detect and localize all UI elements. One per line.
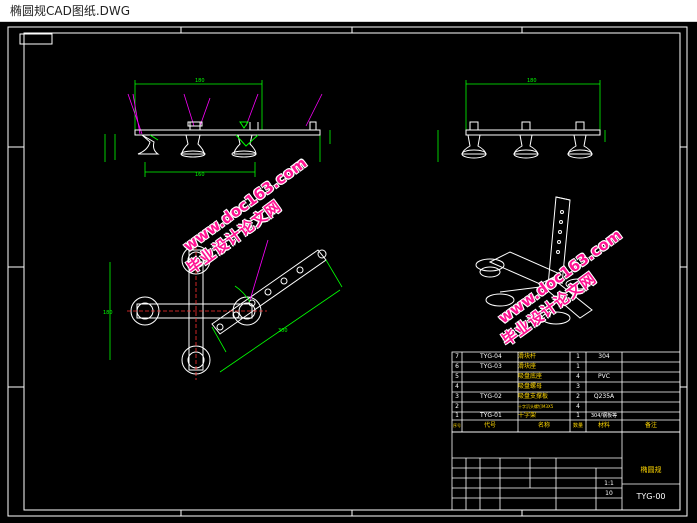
bom-qty: 1 bbox=[576, 412, 580, 419]
bom-material bbox=[586, 362, 622, 372]
bom-header-code: 代号 bbox=[483, 422, 496, 429]
bom-material: Q235A bbox=[593, 393, 615, 400]
bom-name: 吸盘支撑板 bbox=[518, 393, 549, 400]
bom-seq: 3 bbox=[455, 393, 459, 400]
drawing-name: 椭圆规 bbox=[640, 466, 662, 474]
svg-text:180: 180 bbox=[103, 310, 113, 316]
sheet-value: 10 bbox=[605, 490, 613, 497]
bom-code bbox=[462, 382, 518, 392]
bom-seq: 2 bbox=[455, 403, 459, 410]
bom-qty: 2 bbox=[576, 393, 580, 400]
scale-value: 1:1 bbox=[604, 480, 614, 487]
svg-text:180: 180 bbox=[527, 78, 537, 84]
bom-qty: 3 bbox=[576, 383, 580, 390]
bom-name: 吸盘底座 bbox=[518, 373, 543, 380]
bom-row: 1 TYG-01 十字架 1 304/钢板等 bbox=[452, 412, 680, 420]
bom-header-name: 名称 bbox=[537, 422, 550, 429]
bom-qty: 4 bbox=[576, 403, 580, 410]
bom-seq: 1 bbox=[455, 412, 459, 419]
bom-row: 5 吸盘底座 4 PVC bbox=[452, 372, 680, 382]
bom-header-seq: 序号 bbox=[453, 423, 461, 428]
bom-name: 滑块座 bbox=[518, 363, 537, 370]
bom-name: 十字架 bbox=[518, 412, 537, 419]
drawing-number: TYG-00 bbox=[636, 492, 666, 501]
drawing-code-box bbox=[19, 33, 53, 45]
bom-name: 滑块杆 bbox=[518, 353, 537, 360]
bom-header-note: 备注 bbox=[644, 422, 657, 429]
bom-name: 十字沉头螺钉M3X5 bbox=[518, 404, 554, 409]
window-titlebar: 椭圆规CAD图纸.DWG bbox=[0, 0, 697, 22]
bom-material bbox=[586, 402, 622, 412]
bom-material: 304/钢板等 bbox=[590, 413, 618, 419]
bom-code: TYG-02 bbox=[480, 393, 502, 400]
bom-qty: 1 bbox=[576, 353, 580, 360]
bom-material: PVC bbox=[598, 373, 610, 380]
bom-qty: 4 bbox=[576, 373, 580, 380]
bom-header-material: 材料 bbox=[597, 422, 610, 429]
bom-header: 序号 代号 名称 数量 材料 备注 bbox=[452, 420, 680, 432]
bom-qty: 1 bbox=[576, 363, 580, 370]
bom-code: TYG-01 bbox=[480, 412, 502, 419]
bom-name: 吸盘螺母 bbox=[518, 383, 543, 390]
bom-seq: 4 bbox=[455, 383, 459, 390]
bom-row: 3 TYG-02 吸盘支撑板 2 Q235A bbox=[452, 392, 680, 402]
svg-text:180: 180 bbox=[195, 78, 205, 84]
bom-row: 4 吸盘螺母 3 bbox=[452, 382, 680, 392]
svg-text:300: 300 bbox=[278, 328, 288, 334]
bom-material bbox=[586, 382, 622, 392]
window-title: 椭圆规CAD图纸.DWG bbox=[10, 4, 131, 18]
bom-code bbox=[462, 402, 518, 412]
bom-row: 2 十字沉头螺钉M3X5 4 bbox=[452, 402, 680, 412]
bom-seq: 5 bbox=[455, 373, 459, 380]
cad-drawing-canvas[interactable]: 180 160 180 180 300 7 TYG-04 滑块杆 1 304 6… bbox=[0, 22, 697, 523]
bom-material: 304 bbox=[598, 353, 610, 360]
bom-header-qty: 数量 bbox=[572, 423, 583, 429]
